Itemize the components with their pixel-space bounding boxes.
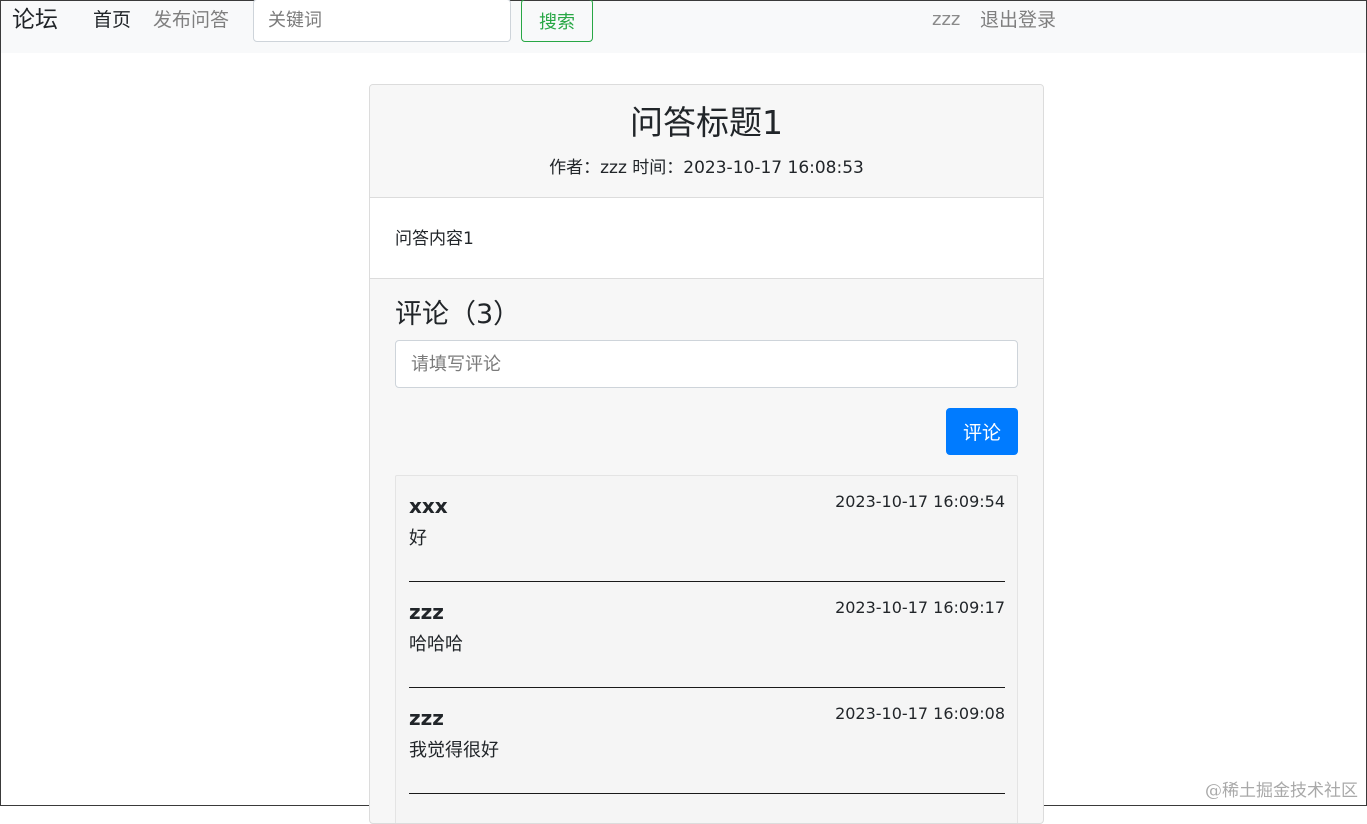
comment-text: 我觉得很好 [409, 740, 499, 761]
watermark: @稀土掘金技术社区 [1205, 781, 1358, 801]
comment-item: xxx 2023-10-17 16:09:54 好 [409, 476, 1005, 582]
question-header: 问答标题1 作者：zzz 时间：2023-10-17 16:08:53 [370, 85, 1043, 198]
brand-logo[interactable]: 论坛 [12, 3, 58, 37]
comment-input[interactable] [395, 340, 1018, 388]
nav-publish-link[interactable]: 发布问答 [153, 5, 229, 35]
comment-author: zzz [409, 706, 444, 730]
comment-list: xxx 2023-10-17 16:09:54 好 zzz 2023-10-17… [395, 475, 1018, 823]
comment-author: xxx [409, 494, 448, 518]
search-input[interactable] [253, 0, 511, 42]
question-meta: 作者：zzz 时间：2023-10-17 16:08:53 [549, 158, 864, 178]
nav-username[interactable]: zzz [932, 5, 960, 35]
comment-author: zzz [409, 600, 444, 624]
comment-item: zzz 2023-10-17 16:09:17 哈哈哈 [409, 582, 1005, 688]
question-body: 问答内容1 [370, 198, 1043, 279]
comment-item: zzz 2023-10-17 16:09:08 我觉得很好 [409, 688, 1005, 794]
comment-text: 好 [409, 528, 427, 549]
search-button[interactable]: 搜索 [521, 0, 593, 42]
question-title: 问答标题1 [630, 103, 783, 142]
top-navbar: 论坛 首页 发布问答 搜索 zzz 退出登录 [1, 0, 1366, 53]
question-content: 问答内容1 [395, 229, 474, 249]
nav-logout-link[interactable]: 退出登录 [980, 5, 1056, 35]
comment-text: 哈哈哈 [409, 634, 463, 655]
question-card: 问答标题1 作者：zzz 时间：2023-10-17 16:08:53 问答内容… [369, 84, 1044, 824]
comments-heading: 评论（3） [395, 299, 521, 330]
nav-home-link[interactable]: 首页 [93, 5, 131, 35]
comment-time: 2023-10-17 16:09:08 [835, 704, 1005, 723]
comment-submit-button[interactable]: 评论 [946, 408, 1018, 455]
comment-time: 2023-10-17 16:09:17 [835, 598, 1005, 617]
comment-time: 2023-10-17 16:09:54 [835, 492, 1005, 511]
